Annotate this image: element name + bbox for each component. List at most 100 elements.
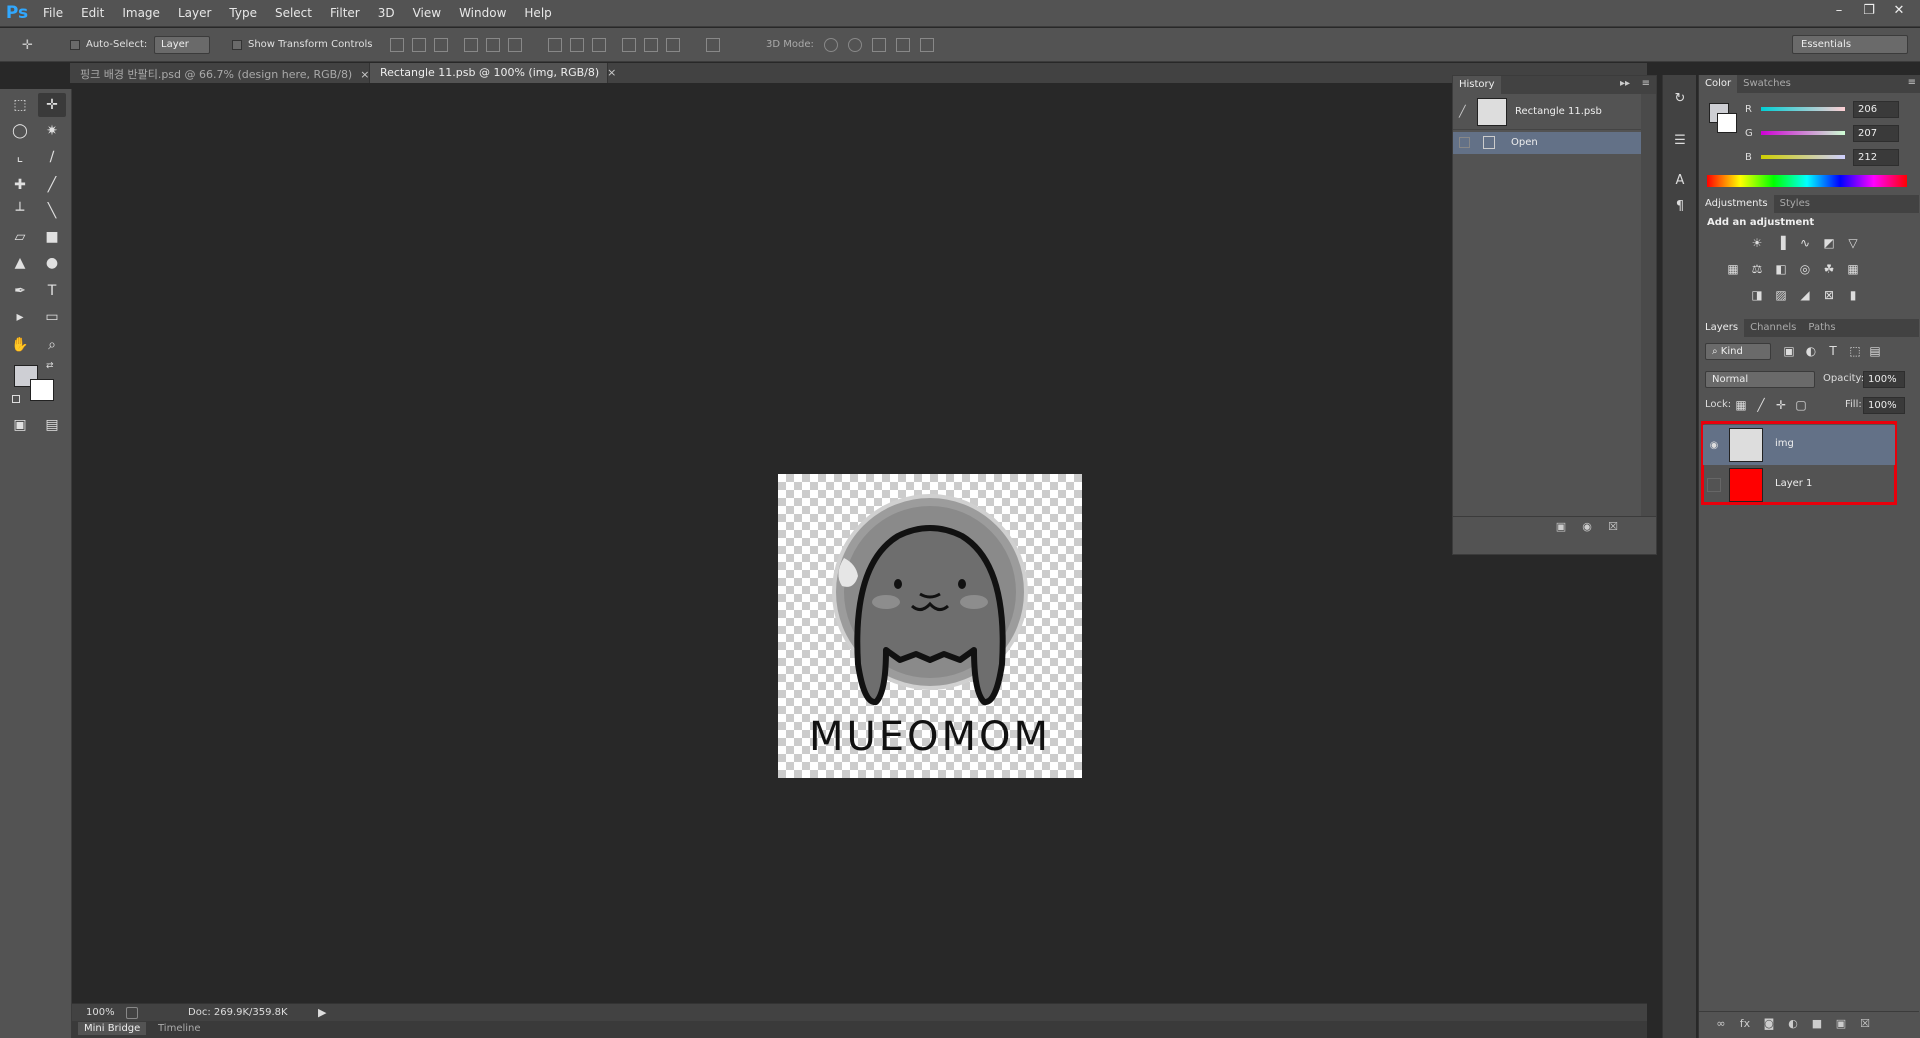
curves-icon[interactable]: ∿ <box>1797 235 1813 251</box>
blend-mode-dropdown[interactable]: Normal <box>1705 371 1815 388</box>
tab-timeline[interactable]: Timeline <box>152 1022 207 1035</box>
tab-document-2[interactable]: Rectangle 11.psb @ 100% (img, RGB/8) × <box>370 63 616 83</box>
tab-swatches[interactable]: Swatches <box>1737 75 1797 93</box>
distribute-bottom-icon[interactable] <box>592 38 606 52</box>
collapse-icon[interactable]: ▸▸ <box>1620 78 1630 89</box>
history-snapshot-row[interactable]: ╱ Rectangle 11.psb <box>1453 94 1641 130</box>
workspace-switcher[interactable]: Essentials <box>1792 35 1908 54</box>
red-value-field[interactable]: 206 <box>1853 101 1899 118</box>
blur-tool-icon[interactable]: ▲ <box>6 251 34 275</box>
menu-view[interactable]: View <box>404 0 450 27</box>
panel-menu-icon[interactable]: ≡ <box>1908 77 1916 88</box>
distribute-vcenter-icon[interactable] <box>570 38 584 52</box>
3d-roll-icon[interactable] <box>848 38 862 52</box>
delete-layer-icon[interactable]: ☒ <box>1857 1016 1873 1030</box>
history-brush-tool-icon[interactable]: ╲ <box>38 199 66 223</box>
exposure-icon[interactable]: ◩ <box>1821 235 1837 251</box>
menu-image[interactable]: Image <box>113 0 169 27</box>
history-dock-icon[interactable]: ↻ <box>1671 89 1689 107</box>
channel-mixer-icon[interactable]: ☘ <box>1821 261 1837 277</box>
3d-scale-icon[interactable] <box>920 38 934 52</box>
character-dock-icon[interactable]: A <box>1671 171 1689 189</box>
zoom-level[interactable]: 100% <box>86 1007 115 1018</box>
align-bottom-icon[interactable] <box>434 38 448 52</box>
healing-brush-tool-icon[interactable]: ✚ <box>6 173 34 197</box>
selective-color-icon[interactable]: ⊠ <box>1821 287 1837 303</box>
filter-type-icon[interactable]: T <box>1825 343 1841 359</box>
tab-history[interactable]: History <box>1453 76 1501 94</box>
tab-paths[interactable]: Paths <box>1802 319 1841 337</box>
filter-pixel-icon[interactable]: ▣ <box>1781 343 1797 359</box>
history-source-checkbox[interactable] <box>1459 137 1470 148</box>
brightness-icon[interactable]: ☀ <box>1749 235 1765 251</box>
close-icon[interactable]: ✕ <box>1884 0 1914 20</box>
align-top-icon[interactable] <box>390 38 404 52</box>
trash-icon[interactable]: ☒ <box>1605 519 1621 533</box>
swap-colors-icon[interactable]: ⇄ <box>46 361 54 371</box>
color-lookup-icon[interactable]: ▦ <box>1845 261 1861 277</box>
history-brush-source-icon[interactable]: ╱ <box>1459 105 1466 118</box>
stamp-tool-icon[interactable]: ┴ <box>6 199 34 223</box>
layer-name[interactable]: Layer 1 <box>1775 478 1812 489</box>
menu-filter[interactable]: Filter <box>321 0 369 27</box>
lock-position-icon[interactable]: ✛ <box>1773 397 1789 413</box>
eye-icon[interactable]: ◉ <box>1707 438 1721 452</box>
properties-dock-icon[interactable]: ☰ <box>1671 131 1689 149</box>
distribute-left-icon[interactable] <box>622 38 636 52</box>
3d-rotate-icon[interactable] <box>824 38 838 52</box>
menu-file[interactable]: File <box>34 0 72 27</box>
align-left-icon[interactable] <box>464 38 478 52</box>
red-slider[interactable] <box>1761 107 1845 111</box>
tab-document-1[interactable]: 핑크 배경 반팔티.psd @ 66.7% (design here, RGB/… <box>70 63 370 83</box>
dodge-tool-icon[interactable]: ● <box>38 251 66 275</box>
invert-icon[interactable]: ◨ <box>1749 287 1765 303</box>
layer-filter-kind[interactable]: ⌕ Kind <box>1705 343 1771 360</box>
color-balance-icon[interactable]: ⚖ <box>1749 261 1765 277</box>
document-canvas[interactable]: MUEOMOM <box>778 474 1082 778</box>
default-colors-icon[interactable] <box>12 395 20 403</box>
new-adjustment-layer-icon[interactable]: ◐ <box>1785 1016 1801 1030</box>
fill-field[interactable]: 100% <box>1863 397 1905 414</box>
distribute-hcenter-icon[interactable] <box>644 38 658 52</box>
menu-layer[interactable]: Layer <box>169 0 220 27</box>
rectangle-tool-icon[interactable]: ▭ <box>38 305 66 329</box>
brush-tool-icon[interactable]: ╱ <box>38 173 66 197</box>
status-share-icon[interactable] <box>126 1007 138 1019</box>
hue-saturation-icon[interactable]: ▦ <box>1725 261 1741 277</box>
layer-style-icon[interactable]: fx <box>1737 1016 1753 1030</box>
camera-icon[interactable]: ◉ <box>1579 519 1595 533</box>
distribute-top-icon[interactable] <box>548 38 562 52</box>
auto-select-checkbox[interactable] <box>70 40 80 50</box>
status-menu-arrow-icon[interactable]: ▶ <box>318 1006 326 1019</box>
lasso-tool-icon[interactable]: ◯ <box>6 119 34 143</box>
marquee-tool-icon[interactable]: ⬚ <box>6 93 34 117</box>
move-tool-preset-icon[interactable]: ✛ <box>22 38 36 53</box>
levels-icon[interactable]: ▐ <box>1773 235 1789 251</box>
auto-select-dropdown[interactable]: Layer <box>154 36 210 54</box>
new-layer-icon[interactable]: ▣ <box>1833 1016 1849 1030</box>
layer-name[interactable]: img <box>1775 438 1794 449</box>
eyedropper-tool-icon[interactable]: ∕ <box>38 145 66 169</box>
lock-pixels-icon[interactable]: ╱ <box>1753 397 1769 413</box>
eraser-tool-icon[interactable]: ▱ <box>6 225 34 249</box>
photo-filter-icon[interactable]: ◎ <box>1797 261 1813 277</box>
filter-shape-icon[interactable]: ⬚ <box>1847 343 1863 359</box>
align-hcenter-icon[interactable] <box>486 38 500 52</box>
color-ramp[interactable] <box>1707 175 1907 187</box>
opacity-field[interactable]: 100% <box>1863 371 1905 388</box>
tab-channels[interactable]: Channels <box>1744 319 1802 337</box>
new-group-icon[interactable]: ■ <box>1809 1016 1825 1030</box>
menu-edit[interactable]: Edit <box>72 0 113 27</box>
layer-row-layer-1[interactable]: Layer 1 <box>1703 465 1895 505</box>
quick-mask-icon[interactable]: ▣ <box>6 413 34 437</box>
path-selection-tool-icon[interactable]: ▸ <box>6 305 34 329</box>
menu-3d[interactable]: 3D <box>369 0 404 27</box>
menu-window[interactable]: Window <box>450 0 515 27</box>
3d-slide-icon[interactable] <box>896 38 910 52</box>
align-right-icon[interactable] <box>508 38 522 52</box>
canvas-area[interactable]: MUEOMOM <box>72 83 1647 1003</box>
blue-value-field[interactable]: 212 <box>1853 149 1899 166</box>
lock-transparency-icon[interactable]: ▦ <box>1733 397 1749 413</box>
tab-layers[interactable]: Layers <box>1699 319 1745 337</box>
minimize-icon[interactable]: – <box>1824 0 1854 20</box>
